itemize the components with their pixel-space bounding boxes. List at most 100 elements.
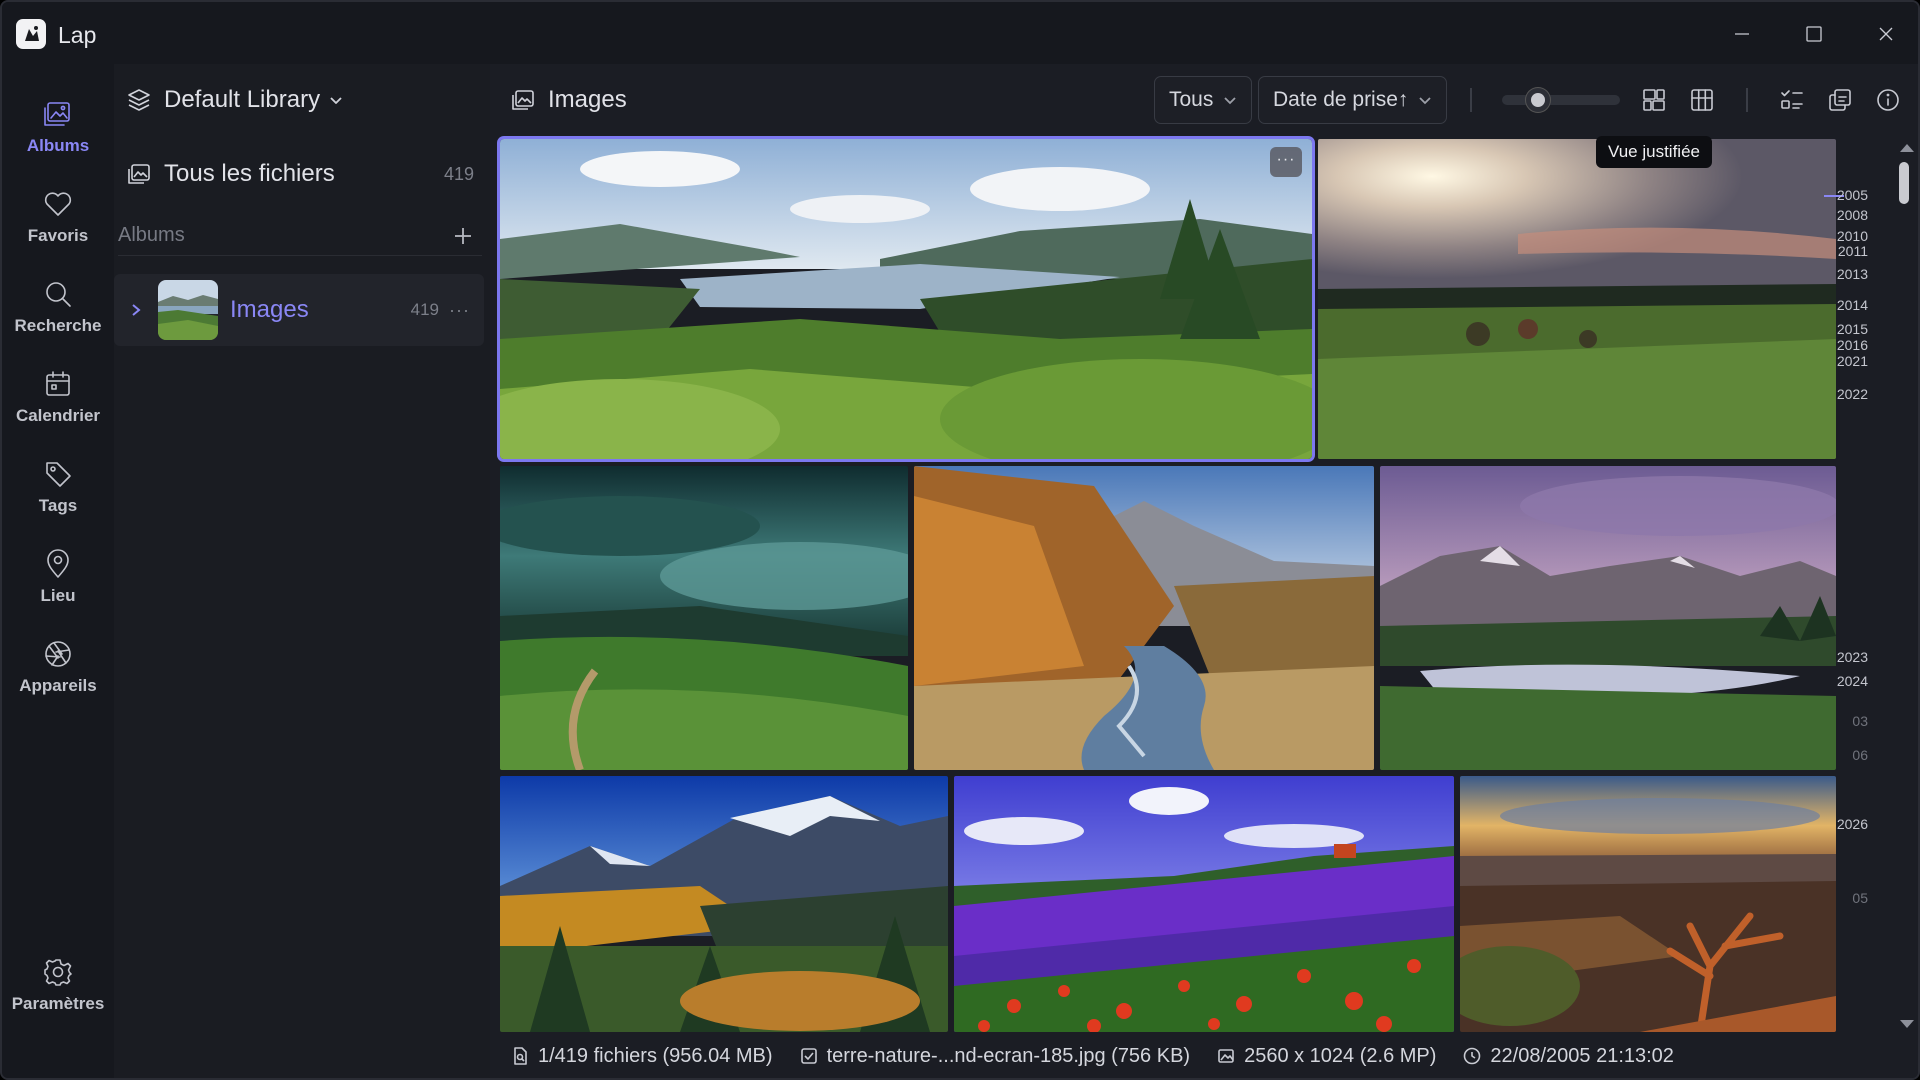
status-date-text: 22/08/2005 21:13:02 xyxy=(1490,1044,1674,1067)
maximize-button[interactable] xyxy=(1792,14,1836,54)
rail-item-lieu[interactable]: Lieu xyxy=(2,548,114,626)
timeline-label: 2015 xyxy=(1836,321,1868,337)
photo-thumbnail[interactable] xyxy=(500,466,908,770)
storm-clouds-valley-image xyxy=(500,466,908,770)
timeline-label: 2014 xyxy=(1836,297,1868,313)
timeline-scrubber[interactable]: 2005 2008 2010 2011 2013 2014 2015 2016 … xyxy=(1824,104,1914,1034)
thumbnail-size-slider[interactable] xyxy=(1502,95,1620,105)
grid-view-button[interactable] xyxy=(1684,82,1720,118)
all-files-label: Tous les fichiers xyxy=(164,160,335,187)
timeline-label: 2026 xyxy=(1836,816,1868,832)
images-icon xyxy=(128,164,150,184)
add-album-icon[interactable] xyxy=(452,225,474,247)
album-name: Images xyxy=(230,296,309,323)
photo-thumbnail[interactable] xyxy=(1318,139,1836,459)
library-selector[interactable]: Default Library xyxy=(126,82,344,118)
timeline-label: 2024 xyxy=(1836,673,1868,689)
justified-view-button[interactable] xyxy=(1636,82,1672,118)
status-filename: terre-nature-...nd-ecran-185.jpg (756 KB… xyxy=(799,1044,1191,1068)
gear-icon xyxy=(44,959,72,986)
photo-thumbnail[interactable] xyxy=(914,466,1374,770)
rail-item-calendrier[interactable]: Calendrier xyxy=(2,368,114,446)
close-icon xyxy=(1879,27,1893,41)
calendar-icon xyxy=(46,371,70,396)
rail-label: Tags xyxy=(38,496,78,515)
status-file-count-text: 1/419 fichiers (956.04 MB) xyxy=(538,1044,773,1067)
all-files-item[interactable]: Tous les fichiers 419 xyxy=(126,154,482,194)
timeline-label: 2008 xyxy=(1836,207,1868,223)
photo-more-button[interactable]: ··· xyxy=(1270,147,1302,177)
main-content: Images Tous Date de prise↑ Vue justifiée… xyxy=(490,64,1918,1078)
photo-thumbnail[interactable] xyxy=(1460,776,1836,1032)
timeline-label: 05 xyxy=(1852,890,1868,906)
status-dimensions-text: 2560 x 1024 (2.6 MP) xyxy=(1244,1044,1437,1067)
checklist-icon xyxy=(1781,90,1803,109)
library-name: Default Library xyxy=(164,86,321,113)
timeline-label: 2010 xyxy=(1836,228,1868,244)
album-more-button[interactable]: ··· xyxy=(449,300,470,321)
title-bar: Lap xyxy=(2,2,1918,64)
page-title: Images xyxy=(510,82,627,118)
heart-icon xyxy=(44,192,72,216)
sort-value: Date de prise↑ xyxy=(1273,88,1409,111)
rail-label: Paramètres xyxy=(11,994,105,1013)
view-tooltip: Vue justifiée xyxy=(1596,136,1712,168)
file-search-icon xyxy=(514,1047,527,1065)
filter-value: Tous xyxy=(1169,88,1214,111)
scroll-up-arrow-icon[interactable] xyxy=(1900,144,1914,152)
chevron-right-icon[interactable] xyxy=(128,302,144,318)
sunset-meadow-image xyxy=(1318,139,1836,459)
rail-label: Favoris xyxy=(27,226,89,245)
grid-icon xyxy=(1691,89,1713,111)
rail-item-recherche[interactable]: Recherche xyxy=(2,278,114,356)
timeline-label: 2016 xyxy=(1836,337,1868,353)
status-file-count: 1/419 fichiers (956.04 MB) xyxy=(510,1045,773,1068)
album-thumbnail xyxy=(158,280,218,340)
scroll-down-arrow-icon[interactable] xyxy=(1900,1020,1914,1028)
autumn-mountains-image xyxy=(500,776,948,1032)
rail-item-albums[interactable]: Albums xyxy=(2,98,114,176)
scrollbar-thumb[interactable] xyxy=(1899,162,1909,204)
images-icon xyxy=(512,90,534,110)
photo-thumbnail[interactable] xyxy=(1380,466,1836,770)
location-pin-icon xyxy=(47,549,69,578)
album-item-images[interactable]: Images 419 ··· xyxy=(114,274,484,346)
timeline-label: 2021 xyxy=(1836,353,1868,369)
timeline-label: 2011 xyxy=(1837,243,1868,259)
mountain-lake-dusk-image xyxy=(1380,466,1836,770)
maximize-icon xyxy=(1806,26,1822,42)
rail-label: Recherche xyxy=(14,316,102,335)
rail-item-favoris[interactable]: Favoris xyxy=(2,188,114,266)
select-mode-button[interactable] xyxy=(1774,82,1810,118)
minimize-button[interactable] xyxy=(1720,14,1764,54)
river-gorge-landscape-image xyxy=(500,139,1312,459)
all-files-count: 419 xyxy=(443,163,474,184)
toolbar-divider xyxy=(1470,88,1472,112)
status-filename-text: terre-nature-...nd-ecran-185.jpg (756 KB… xyxy=(826,1044,1191,1067)
timeline-label: 03 xyxy=(1852,713,1868,729)
rail-item-parametres[interactable]: Paramètres xyxy=(2,956,114,1034)
photo-thumbnail[interactable] xyxy=(954,776,1454,1032)
timeline-label: 2023 xyxy=(1836,649,1868,665)
page-title-text: Images xyxy=(548,86,627,113)
close-button[interactable] xyxy=(1864,14,1908,54)
status-dimensions: 2560 x 1024 (2.6 MP) xyxy=(1216,1045,1436,1068)
image-icon xyxy=(1218,1049,1234,1063)
timeline-label: 2022 xyxy=(1836,386,1868,402)
thumbnail-size-slider-handle[interactable] xyxy=(1525,88,1550,112)
lavender-poppy-field-image xyxy=(954,776,1454,1032)
photo-thumbnail[interactable]: ··· xyxy=(500,139,1312,459)
search-icon xyxy=(46,282,71,307)
checkbox-icon xyxy=(800,1048,817,1064)
library-sidebar: Default Library Tous les fichiers 419 Al… xyxy=(114,64,490,1078)
sort-select[interactable]: Date de prise↑ xyxy=(1258,76,1448,124)
photo-thumbnail[interactable] xyxy=(500,776,948,1032)
tag-icon xyxy=(46,462,71,487)
albums-section-header: Albums xyxy=(118,216,482,256)
albums-section-title: Albums xyxy=(118,224,185,246)
timeline-label: 06 xyxy=(1852,747,1868,763)
rail-label: Lieu xyxy=(40,586,76,605)
filter-select[interactable]: Tous xyxy=(1154,76,1253,124)
rail-item-appareils[interactable]: Appareils xyxy=(2,638,114,716)
rail-item-tags[interactable]: Tags xyxy=(2,458,114,536)
